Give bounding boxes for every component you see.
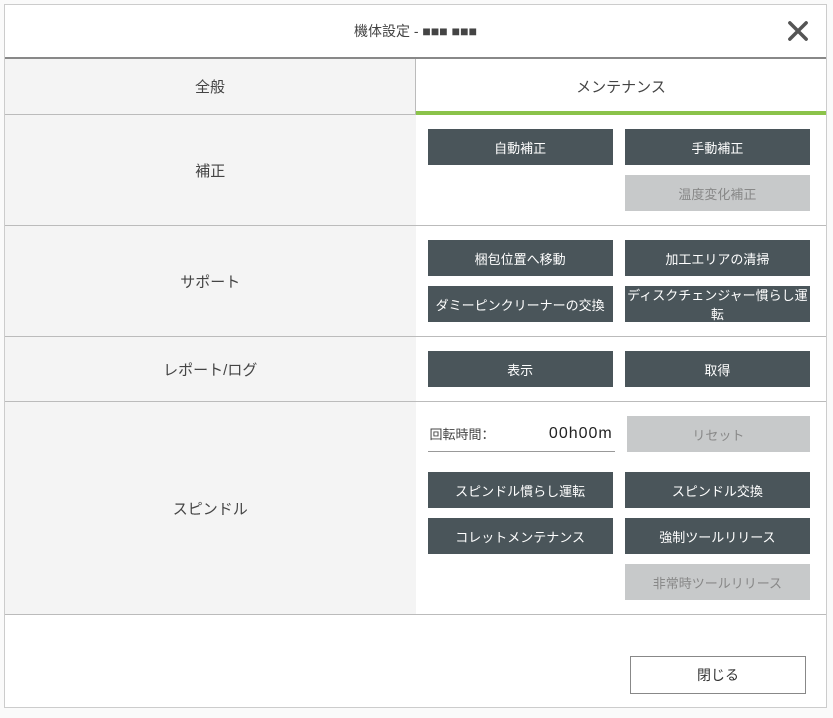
close-icon[interactable] bbox=[784, 17, 812, 45]
clean-area-button[interactable]: 加工エリアの清掃 bbox=[625, 240, 810, 276]
collet-maintenance-button[interactable]: コレットメンテナンス bbox=[428, 518, 613, 554]
spindle-reset-button: リセット bbox=[627, 416, 810, 452]
spindle-time-display: 回転時間： 00h00m bbox=[428, 416, 615, 452]
spindle-time-label: 回転時間： bbox=[430, 424, 495, 443]
auto-correction-button[interactable]: 自動補正 bbox=[428, 129, 613, 165]
tab-general-label: 全般 bbox=[195, 76, 225, 97]
dummy-pin-cleaner-button[interactable]: ダミーピンクリーナーの交換 bbox=[428, 286, 613, 322]
section-support-body: 梱包位置へ移動 加工エリアの清掃 ダミーピンクリーナーの交換 ディスクチェンジャ… bbox=[416, 226, 827, 336]
tab-general[interactable]: 全般 bbox=[5, 59, 416, 114]
report-show-button[interactable]: 表示 bbox=[428, 351, 613, 387]
tab-maintenance-label: メンテナンス bbox=[576, 76, 666, 97]
section-report-label: レポート/ログ bbox=[5, 337, 416, 401]
spindle-runin-button[interactable]: スピンドル慣らし運転 bbox=[428, 472, 613, 508]
dialog-footer: 閉じる bbox=[5, 643, 826, 707]
dialog-title: 機体設定 - ■■■ ■■■ bbox=[354, 21, 477, 41]
section-correction-body: 自動補正 手動補正 温度変化補正 bbox=[416, 115, 827, 225]
tab-maintenance[interactable]: メンテナンス bbox=[416, 59, 826, 114]
content-area: 補正 自動補正 手動補正 温度変化補正 サポート 梱包位置へ移動 加工エリアの清… bbox=[5, 115, 826, 643]
section-spindle-body: 回転時間： 00h00m リセット スピンドル慣らし運転 スピンドル交換 コレッ… bbox=[416, 402, 827, 614]
close-button[interactable]: 閉じる bbox=[630, 656, 806, 694]
manual-correction-button[interactable]: 手動補正 bbox=[625, 129, 810, 165]
section-report-body: 表示 取得 bbox=[416, 337, 827, 401]
settings-dialog: 機体設定 - ■■■ ■■■ 全般 メンテナンス 補正 自動補正 手動補正 温度… bbox=[4, 4, 827, 708]
section-correction-label: 補正 bbox=[5, 115, 416, 225]
report-get-button[interactable]: 取得 bbox=[625, 351, 810, 387]
tab-bar: 全般 メンテナンス bbox=[5, 59, 826, 115]
spindle-time-value: 00h00m bbox=[549, 425, 613, 443]
section-support-label: サポート bbox=[5, 226, 416, 336]
emergency-tool-release-button: 非常時ツールリリース bbox=[625, 564, 810, 600]
section-support: サポート 梱包位置へ移動 加工エリアの清掃 ダミーピンクリーナーの交換 ディスク… bbox=[5, 226, 826, 337]
temp-correction-button: 温度変化補正 bbox=[625, 175, 810, 211]
spindle-exchange-button[interactable]: スピンドル交換 bbox=[625, 472, 810, 508]
section-spindle-label: スピンドル bbox=[5, 402, 416, 614]
section-correction: 補正 自動補正 手動補正 温度変化補正 bbox=[5, 115, 826, 226]
dialog-header: 機体設定 - ■■■ ■■■ bbox=[5, 5, 826, 59]
section-spindle: スピンドル 回転時間： 00h00m リセット スピンドル慣らし運転 スピンドル… bbox=[5, 402, 826, 615]
force-tool-release-button[interactable]: 強制ツールリリース bbox=[625, 518, 810, 554]
disc-changer-runin-button[interactable]: ディスクチェンジャー慣らし運転 bbox=[625, 286, 810, 322]
section-report: レポート/ログ 表示 取得 bbox=[5, 337, 826, 402]
move-to-pack-button[interactable]: 梱包位置へ移動 bbox=[428, 240, 613, 276]
